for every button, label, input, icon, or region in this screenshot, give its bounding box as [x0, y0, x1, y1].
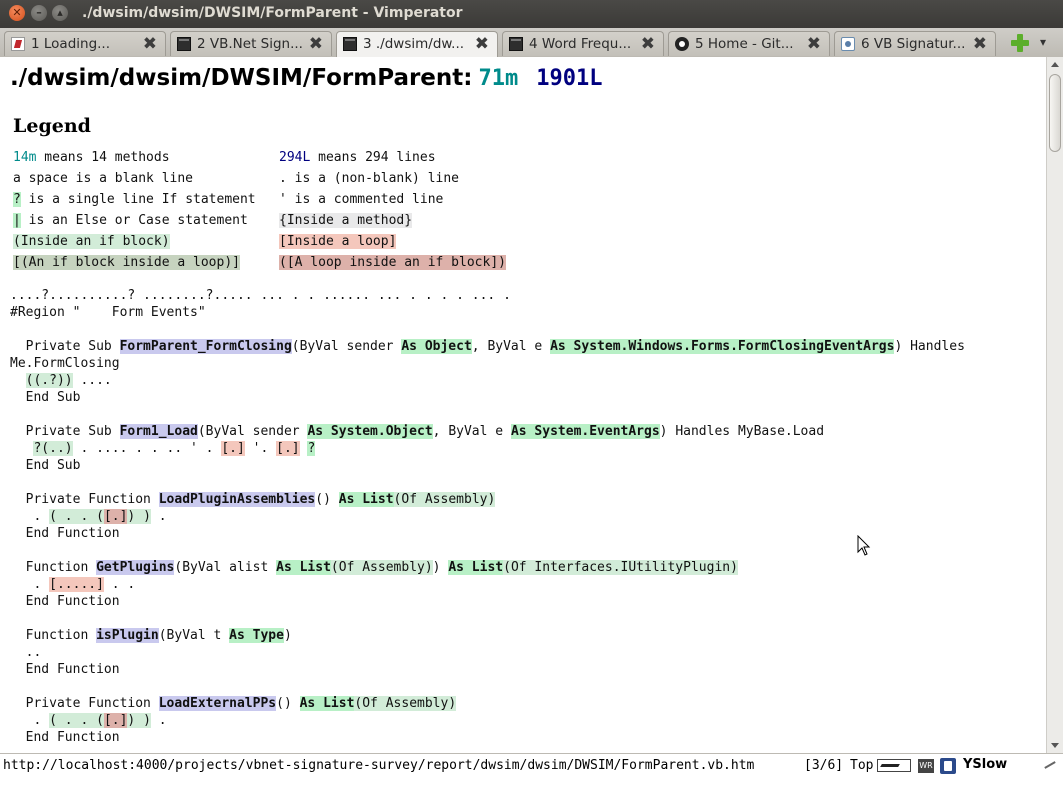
method-body: . ( . . ([.]) ) . — [33, 509, 167, 524]
tab-close-icon[interactable]: ✖ — [973, 34, 987, 54]
tab-close-icon[interactable]: ✖ — [309, 34, 323, 54]
method-signature: Function GetPlugins(ByVal alist As List(… — [10, 560, 738, 575]
legend-methods-sample: 14m — [13, 150, 37, 165]
method-signature: Private Sub FormParent_FormClosing(ByVal… — [10, 339, 965, 354]
tab-label: 3 ./dwsim/dw... — [363, 36, 465, 52]
signature-dotline: ....?..........? ........?..... ... . . … — [10, 288, 511, 303]
status-url[interactable]: http://localhost:4000/projects/vbnet-sig… — [3, 758, 754, 773]
tab-3[interactable]: 3 ./dwsim/dw... ✖ — [336, 31, 498, 57]
page-icon — [841, 37, 855, 51]
legend-text: means 294 lines — [310, 150, 436, 165]
yslow-label[interactable]: YSlow — [963, 757, 1007, 772]
tab-6[interactable]: 6 VB Signatur... ✖ — [834, 31, 996, 56]
method-end: End Function — [10, 730, 120, 745]
window-close-button[interactable]: ✕ — [9, 5, 25, 21]
method-body: .. — [25, 645, 42, 660]
vertical-scrollbar[interactable] — [1046, 57, 1063, 753]
status-bar: http://localhost:4000/projects/vbnet-sig… — [0, 753, 1063, 800]
github-icon — [675, 37, 689, 51]
status-scroll-position: Top — [850, 758, 874, 773]
legend-heading: Legend — [13, 115, 91, 137]
legend-if-in-loop-sample: [(An if block inside a loop)] — [13, 255, 240, 270]
region-line: #Region " Form Events" — [10, 305, 206, 320]
window-titlebar: ✕ – ▴ ./dwsim/dwsim/DWSIM/FormParent - V… — [0, 0, 1063, 28]
scroll-down-arrow-icon[interactable] — [1051, 743, 1059, 748]
tab-4[interactable]: 4 Word Frequ... ✖ — [502, 31, 664, 56]
addon-toolbar-icon[interactable] — [877, 759, 911, 772]
heading-method-count: 71m — [478, 66, 519, 91]
legend-else-sample: | — [13, 213, 21, 228]
window-title: ./dwsim/dwsim/DWSIM/FormParent - Vimpera… — [82, 5, 463, 21]
yslow-icon[interactable] — [940, 758, 956, 774]
method-end: End Function — [10, 594, 120, 609]
terminal-icon — [177, 37, 191, 51]
signature-continuation: Me.FormClosing — [10, 356, 120, 371]
page-heading: ./dwsim/dwsim/DWSIM/FormParent: 71m 1901L — [10, 65, 602, 91]
tab-bar: 1 Loading... ✖ 2 VB.Net Sign... ✖ 3 ./dw… — [0, 28, 1063, 58]
legend-text: a space is a blank line — [13, 171, 194, 186]
method-body: . ( . . ([.]) ) . — [33, 713, 167, 728]
tab-label: 1 Loading... — [31, 36, 111, 52]
command-line[interactable] — [0, 778, 1063, 798]
scrollbar-thumb[interactable] — [1049, 74, 1061, 152]
legend-lines-sample: 294L — [279, 150, 311, 165]
tab-close-icon[interactable]: ✖ — [475, 34, 489, 54]
legend-loop-in-if-sample: ([A loop inside an if block]) — [279, 255, 506, 270]
legend-text: is an Else or Case statement — [20, 213, 248, 228]
legend-text: . is a (non-blank) line — [279, 171, 460, 186]
tab-label: 5 Home - Git... — [695, 36, 794, 52]
tab-label: 4 Word Frequ... — [529, 36, 632, 52]
heading-line-count: 1901L — [536, 66, 603, 91]
vimperator-icon — [11, 37, 25, 51]
tab-2[interactable]: 2 VB.Net Sign... ✖ — [170, 31, 332, 56]
new-tab-plus-icon[interactable] — [1010, 33, 1030, 53]
method-name[interactable]: Form1_Load — [119, 424, 198, 439]
method-body: . [.....] . . — [33, 577, 136, 592]
tab-label: 6 VB Signatur... — [861, 36, 966, 52]
method-signature: Private Function LoadPluginAssemblies() … — [10, 492, 496, 507]
method-end: End Sub — [10, 458, 81, 473]
window-minimize-button[interactable]: – — [31, 5, 47, 21]
method-signature: Private Function LoadExternalPPs() As Li… — [10, 696, 457, 711]
method-end: End Sub — [10, 390, 81, 405]
scroll-up-arrow-icon[interactable] — [1051, 62, 1059, 67]
heading-path: ./dwsim/dwsim/DWSIM/FormParent: — [10, 65, 473, 91]
method-name[interactable]: FormParent_FormClosing — [119, 339, 292, 354]
tab-list-dropdown-icon[interactable]: ▾ — [1040, 35, 1046, 49]
tab-label: 2 VB.Net Sign... — [197, 36, 303, 52]
method-name[interactable]: isPlugin — [96, 628, 159, 643]
method-name[interactable]: LoadPluginAssemblies — [158, 492, 316, 507]
code-signature: ....?..........? ........?..... ... . . … — [10, 287, 965, 746]
page-content: ./dwsim/dwsim/DWSIM/FormParent: 71m 1901L … — [0, 57, 1046, 753]
method-end: End Function — [10, 526, 120, 541]
method-name[interactable]: LoadExternalPPs — [158, 696, 277, 711]
method-signature: Function isPlugin(ByVal t As Type) — [10, 628, 292, 643]
legend-text: is a single line If statement — [20, 192, 256, 207]
legend-loop-sample: [Inside a loop] — [279, 234, 397, 249]
legend-text: ' is a commented line — [279, 192, 444, 207]
legend-text: means 14 methods — [36, 150, 170, 165]
window-maximize-button[interactable]: ▴ — [52, 5, 68, 21]
method-body: ?(..) . .... . . .. ' . [.] '. [.] ? — [33, 441, 316, 456]
wr-addon-icon[interactable]: WR — [918, 759, 934, 773]
tab-1[interactable]: 1 Loading... ✖ — [4, 31, 166, 56]
resize-grip-icon[interactable] — [1042, 758, 1056, 772]
terminal-icon — [343, 37, 357, 51]
tab-5[interactable]: 5 Home - Git... ✖ — [668, 31, 830, 56]
method-name[interactable]: GetPlugins — [96, 560, 175, 575]
method-end: End Function — [10, 662, 120, 677]
method-signature: Private Sub Form1_Load(ByVal sender As S… — [10, 424, 825, 439]
method-body: ((.?)) .... — [25, 373, 112, 388]
legend-method-sample: {Inside a method} — [279, 213, 413, 228]
legend-if-block-sample: (Inside an if block) — [13, 234, 170, 249]
legend-if-sample: ? — [13, 192, 21, 207]
terminal-icon — [509, 37, 523, 51]
tab-close-icon[interactable]: ✖ — [143, 34, 157, 54]
status-tab-position: [3/6] — [804, 758, 844, 773]
tab-close-icon[interactable]: ✖ — [807, 34, 821, 54]
tab-close-icon[interactable]: ✖ — [641, 34, 655, 54]
